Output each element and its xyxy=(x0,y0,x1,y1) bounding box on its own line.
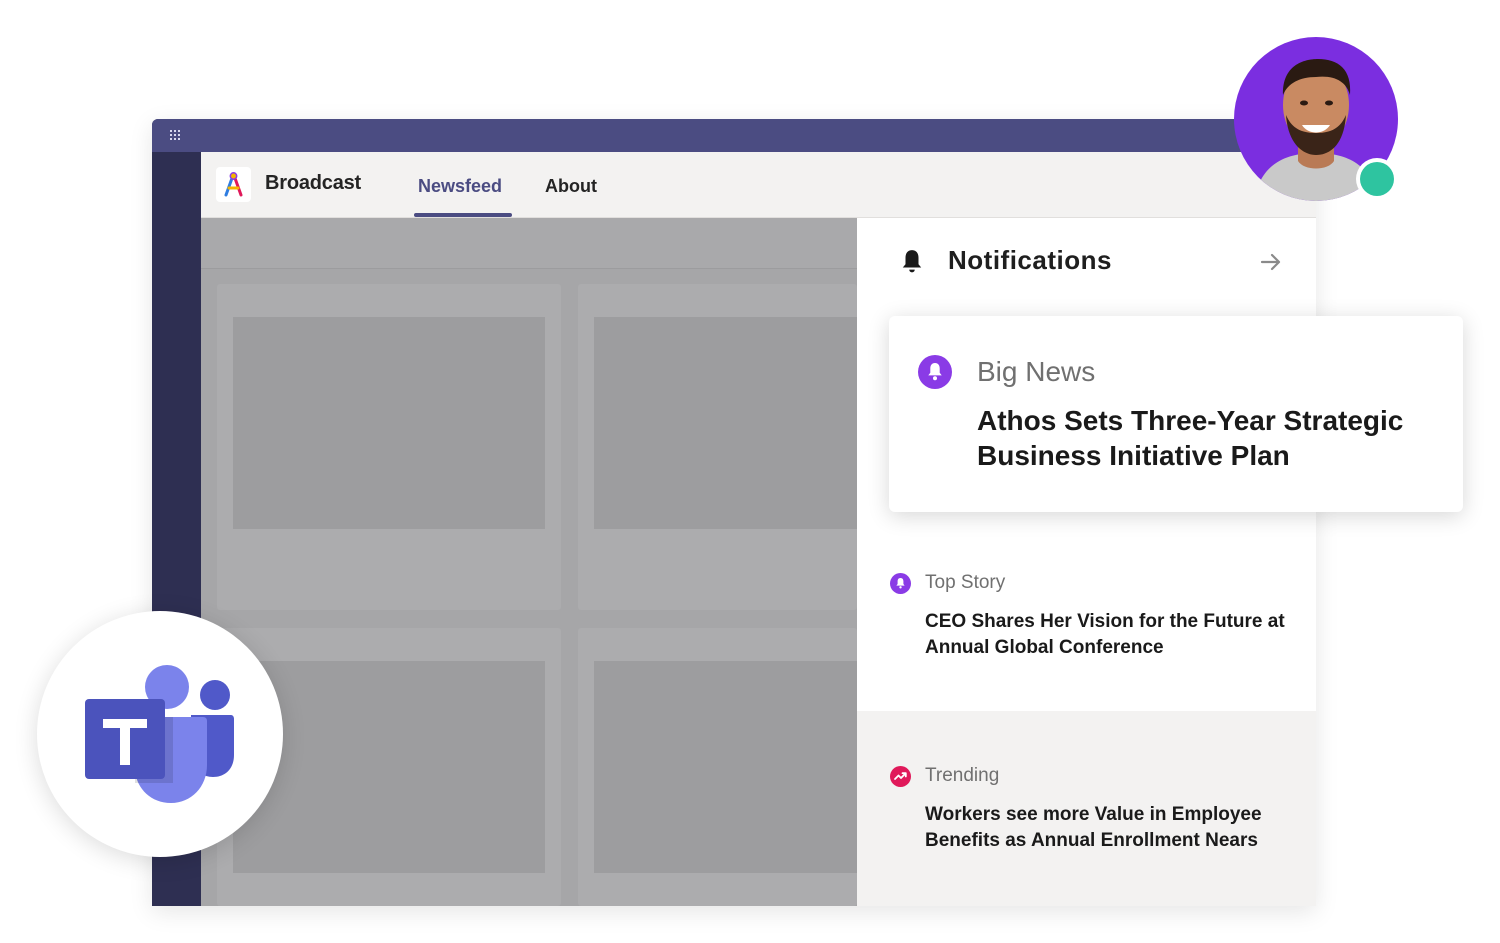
skeleton-card xyxy=(217,284,561,610)
tab-about[interactable]: About xyxy=(545,176,597,197)
presence-available-icon xyxy=(1360,162,1394,196)
skeleton-card xyxy=(578,628,857,906)
notifications-title: Notifications xyxy=(948,245,1112,275)
story-category: Top Story xyxy=(925,572,1006,593)
bell-icon xyxy=(902,250,922,273)
teams-logo-badge xyxy=(37,611,283,857)
stage: Broadcast Newsfeed About Notifications T… xyxy=(0,0,1500,943)
app-name: Broadcast xyxy=(265,172,362,194)
arrow-right-icon[interactable] xyxy=(1259,250,1283,274)
story-headline: CEO Shares Her Vision for the Future at … xyxy=(925,611,1285,658)
broadcast-logo-icon xyxy=(216,167,251,202)
featured-notification-card[interactable]: Big News Athos Sets Three-Year Strategic… xyxy=(889,316,1463,512)
trending-icon xyxy=(890,766,911,787)
presence-indicator xyxy=(1356,158,1398,200)
teams-window: Broadcast Newsfeed About Notifications T… xyxy=(152,119,1316,906)
featured-category: Big News xyxy=(977,356,1096,387)
featured-headline: Athos Sets Three-Year Strategic Business… xyxy=(977,405,1404,471)
title-bar xyxy=(152,119,1316,152)
story-headline: Workers see more Value in Employee Benef… xyxy=(925,804,1262,851)
bell-icon xyxy=(890,573,911,594)
app-header: Broadcast Newsfeed About xyxy=(201,152,1316,218)
skeleton-card xyxy=(578,284,857,610)
skeleton-bar xyxy=(201,218,857,269)
app-area: Broadcast Newsfeed About Notifications T… xyxy=(201,152,1316,906)
bell-icon xyxy=(918,355,952,389)
active-tab-indicator xyxy=(414,213,512,217)
microsoft-teams-icon xyxy=(85,665,234,803)
app-launcher-icon[interactable] xyxy=(170,130,182,142)
tab-newsfeed[interactable]: Newsfeed xyxy=(418,176,502,197)
story-category: Trending xyxy=(925,765,1000,786)
